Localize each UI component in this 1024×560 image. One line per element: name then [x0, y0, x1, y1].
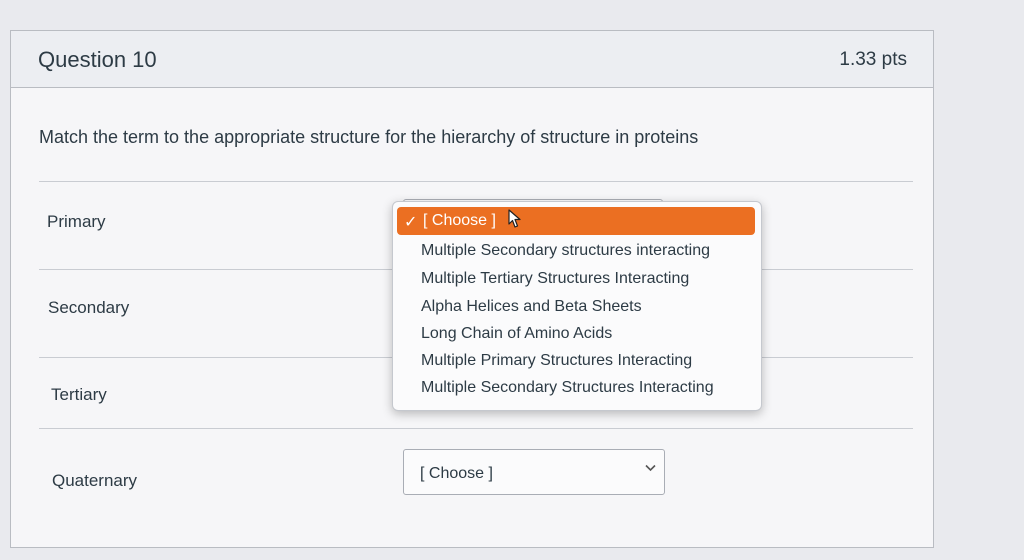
term-quaternary: Quaternary	[52, 471, 138, 490]
dropdown-option-label: [ Choose ]	[423, 212, 496, 229]
term-tertiary: Tertiary	[51, 385, 107, 404]
dropdown-option[interactable]: Long Chain of Amino Acids	[421, 325, 612, 343]
select-quaternary[interactable]: [ Choose ]	[403, 449, 665, 495]
dropdown-option[interactable]: Multiple Secondary structures interactin…	[421, 242, 710, 260]
question-points: 1.33 pts	[839, 49, 907, 70]
dropdown-option[interactable]: Alpha Helices and Beta Sheets	[421, 298, 642, 316]
term-primary: Primary	[47, 212, 106, 231]
check-icon: ✓	[404, 214, 418, 231]
question-prompt: Match the term to the appropriate struct…	[39, 127, 699, 147]
dropdown-option[interactable]: Multiple Primary Structures Interacting	[421, 352, 692, 370]
divider	[39, 428, 913, 429]
dropdown-option[interactable]: Multiple Secondary Structures Interactin…	[421, 379, 714, 397]
term-secondary: Secondary	[48, 298, 130, 317]
question-header: Question 10 1.33 pts	[11, 31, 933, 88]
question-title: Question 10	[38, 47, 157, 72]
chevron-down-icon	[645, 460, 656, 475]
divider	[39, 181, 913, 182]
dropdown-menu: ✓ [ Choose ] Multiple Secondary structur…	[392, 201, 762, 411]
dropdown-option[interactable]: Multiple Tertiary Structures Interacting	[421, 270, 689, 288]
mouse-pointer-icon	[508, 209, 522, 234]
dropdown-option-choose[interactable]: ✓ [ Choose ]	[397, 207, 755, 235]
select-quaternary-value: [ Choose ]	[420, 465, 493, 482]
